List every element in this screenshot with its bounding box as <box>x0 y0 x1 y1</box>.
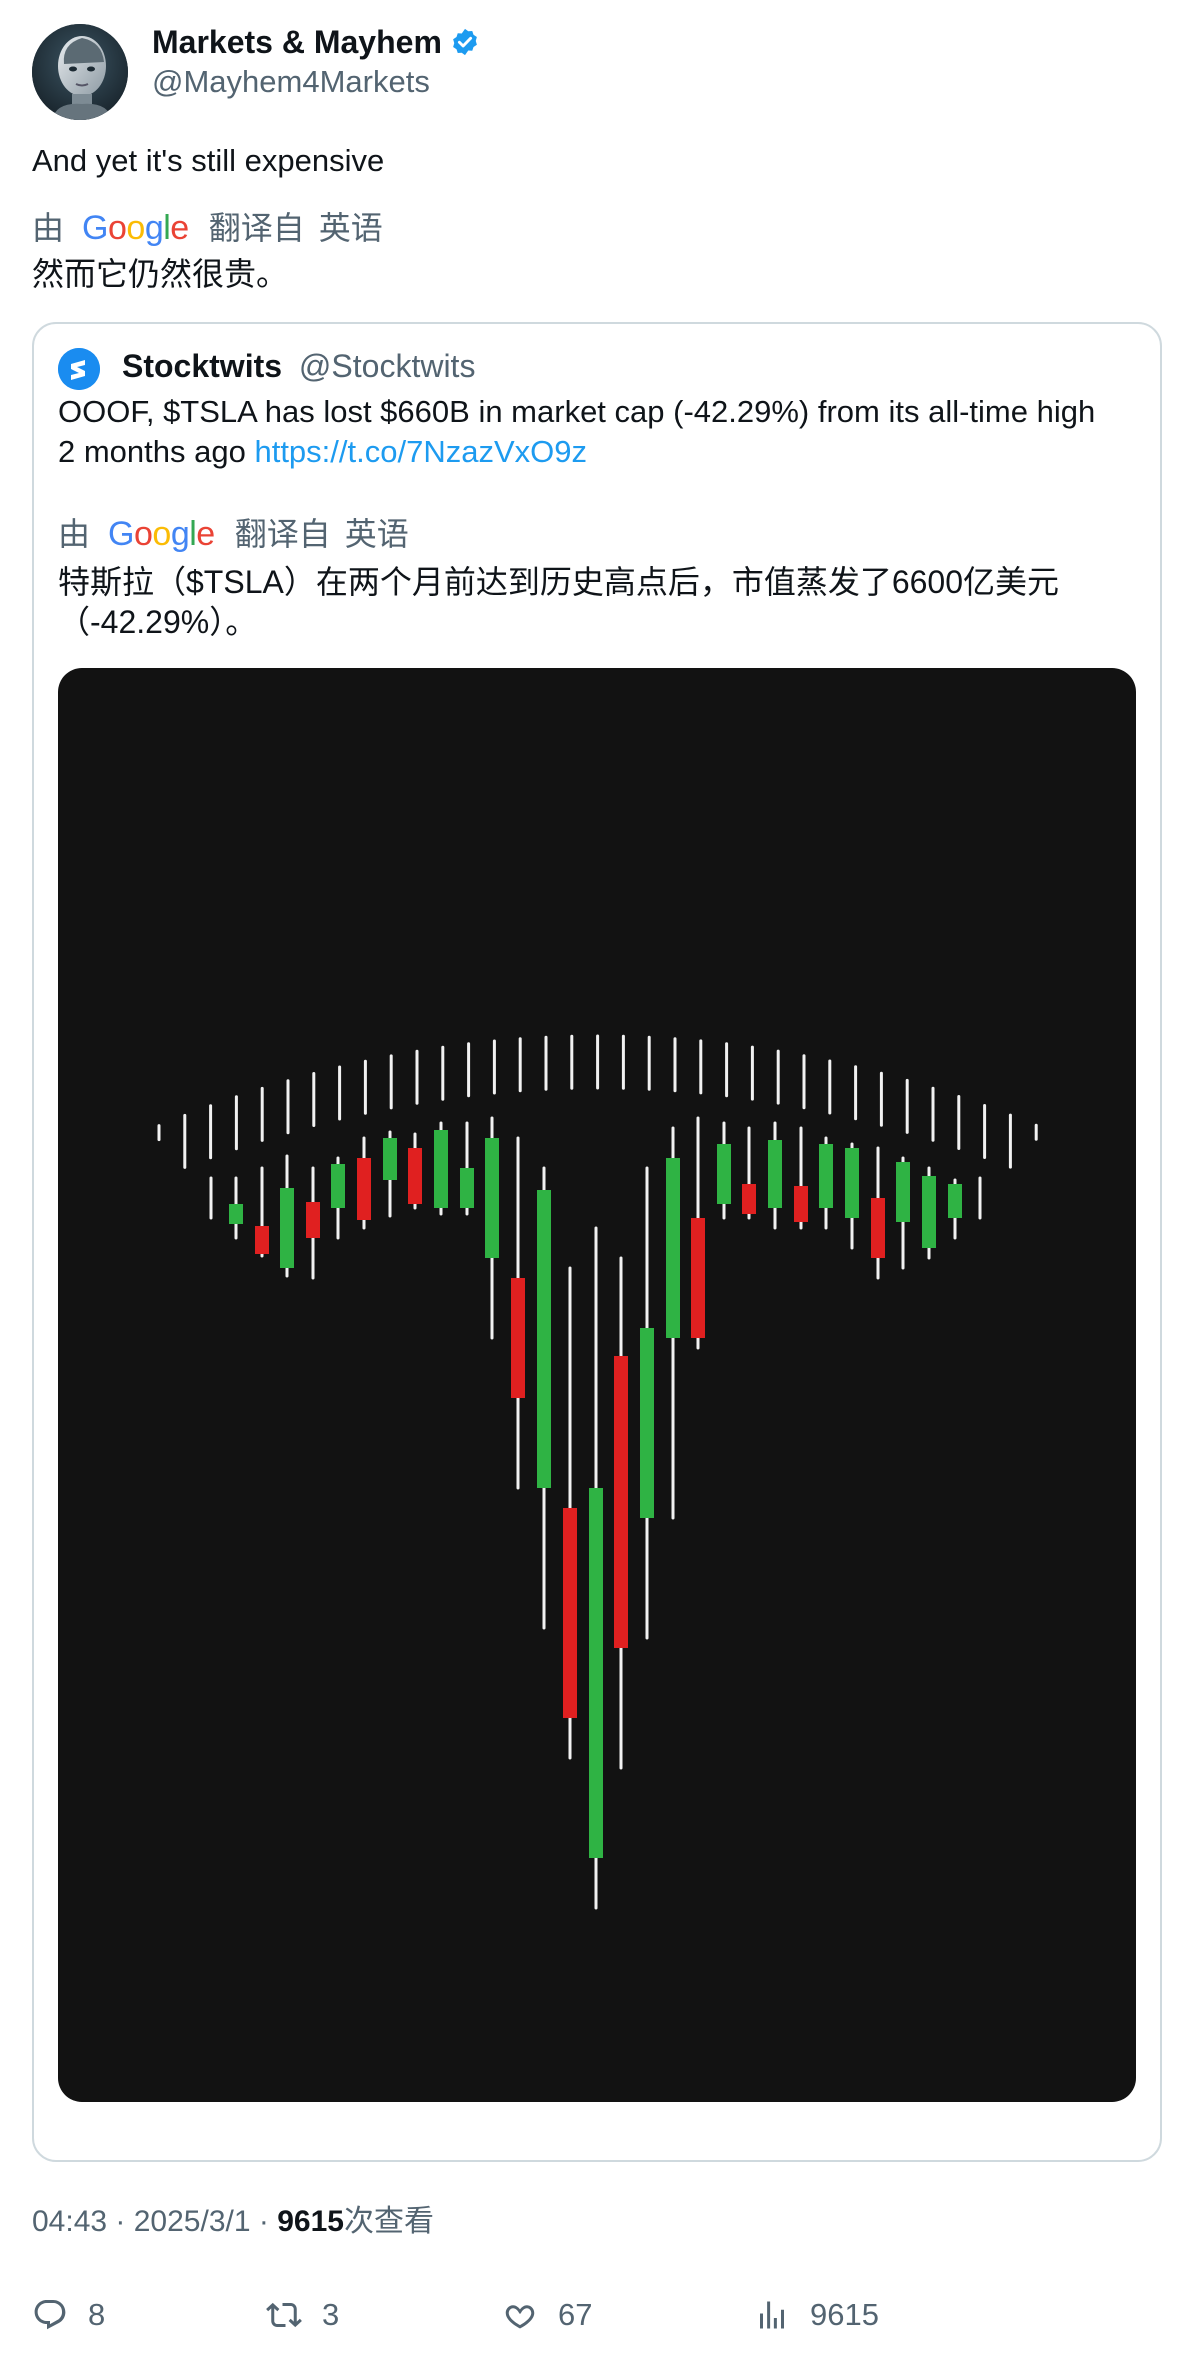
translated-from-label: 翻译自 <box>208 210 305 246</box>
google-logo[interactable]: Google <box>82 206 189 250</box>
source-language: 英语 <box>318 210 383 246</box>
candle-up <box>896 1162 910 1222</box>
candlestick-artwork <box>157 1034 1038 1910</box>
quoted-text-line-1: OOOF, $TSLA has lost $660B in market cap… <box>58 394 1096 429</box>
quoted-tweet-link[interactable]: https://t.co/7NzazVxO9z <box>254 434 587 469</box>
candle-down <box>357 1158 371 1220</box>
quoted-tweet-card[interactable]: Stocktwits @Stocktwits OOOF, $TSLA has l… <box>32 322 1162 2162</box>
heart-icon <box>505 2305 535 2329</box>
quoted-translated-line-2: （-42.29%）。 <box>58 604 258 640</box>
views-action-count: 9615 <box>810 2297 879 2332</box>
candle-down <box>742 1184 756 1214</box>
tweet-time[interactable]: 04:43 <box>32 2205 107 2238</box>
candle-up <box>666 1158 680 1338</box>
views-count: 9615 <box>277 2205 344 2238</box>
tesla-logo-candlestick-image[interactable] <box>58 668 1136 2102</box>
candle-up <box>229 1204 243 1224</box>
author-handle[interactable]: @Mayhem4Markets <box>152 62 430 102</box>
quoted-translation-attribution: 由 Google 翻译自 英语 <box>58 512 409 556</box>
quoted-source-language: 英语 <box>344 516 409 552</box>
quoted-author-row: Stocktwits @Stocktwits <box>122 344 475 388</box>
meta-separator: · <box>107 2205 134 2238</box>
reply-icon <box>34 2300 66 2330</box>
verified-badge-icon <box>450 27 480 57</box>
translated-post-text: 然而它仍然很贵。 <box>32 256 289 292</box>
quoted-text-line-2: 2 months ago https://t.co/7NzazVxO9z <box>58 432 1148 472</box>
candle-down <box>691 1218 705 1338</box>
candle-down <box>255 1226 269 1254</box>
robot-head-avatar-icon <box>32 24 128 120</box>
repost-icon <box>266 2302 302 2328</box>
like-count: 67 <box>558 2297 593 2332</box>
like-button[interactable]: 67 <box>502 2290 592 2340</box>
candle-down <box>511 1278 525 1398</box>
quoted-author-avatar[interactable] <box>58 348 100 390</box>
reply-count: 8 <box>88 2297 106 2332</box>
tweet-meta: 04:43 · 2025/3/1 · 9615次查看 <box>32 2202 434 2242</box>
candle-down <box>563 1508 577 1718</box>
candle-up <box>845 1148 859 1218</box>
candle-up <box>768 1140 782 1208</box>
candle-up <box>717 1144 731 1204</box>
candle-down <box>871 1198 885 1258</box>
quoted-author-name[interactable]: Stocktwits <box>122 348 282 384</box>
candle-up <box>280 1188 294 1268</box>
candle-up <box>434 1130 448 1208</box>
bar-chart-icon <box>760 2301 784 2329</box>
candle-up <box>589 1488 603 1858</box>
post-text: And yet it's still expensive <box>32 143 385 178</box>
candle-down <box>614 1356 628 1648</box>
candle-up <box>383 1138 397 1180</box>
author-name[interactable]: Markets & Mayhem <box>152 22 442 62</box>
quoted-author-handle[interactable]: @Stocktwits <box>299 348 476 384</box>
translated-by-label: 由 <box>32 210 65 246</box>
candle-up <box>460 1168 474 1208</box>
tweet-page: Markets & Mayhem @Mayhem4Markets And yet… <box>0 0 1196 2360</box>
quoted-translated-text: 特斯拉（$TSLA）在两个月前达到历史高点后，市值蒸发了6600亿美元 （-42… <box>58 560 1148 644</box>
reply-button[interactable]: 8 <box>32 2290 105 2340</box>
meta-separator: · <box>250 2205 278 2238</box>
quoted-text-line-2-prefix: 2 months ago <box>58 434 255 469</box>
candle-up <box>948 1184 962 1218</box>
stocktwits-logo-icon <box>58 348 100 390</box>
candle-up <box>922 1176 936 1248</box>
tweet-date[interactable]: 2025/3/1 <box>134 2205 251 2238</box>
author-name-row: Markets & Mayhem <box>152 22 480 62</box>
repost-button[interactable]: 3 <box>266 2290 339 2340</box>
repost-count: 3 <box>322 2297 340 2332</box>
quoted-translated-line-1: 特斯拉（$TSLA）在两个月前达到历史高点后，市值蒸发了6600亿美元 <box>58 564 1060 600</box>
views-label: 次查看 <box>343 2205 434 2238</box>
candle-up <box>640 1328 654 1518</box>
author-avatar[interactable] <box>32 24 128 120</box>
quoted-tweet-text: OOOF, $TSLA has lost $660B in market cap… <box>58 392 1148 472</box>
action-bar: 8 3 67 9615 <box>32 2290 1162 2340</box>
candle-up <box>485 1138 499 1258</box>
quoted-translated-by-label: 由 <box>58 516 91 552</box>
google-logo[interactable]: Google <box>108 512 215 556</box>
candle-up <box>537 1190 551 1488</box>
candle-up <box>819 1144 833 1208</box>
candle-down <box>306 1202 320 1238</box>
views-button[interactable]: 9615 <box>754 2290 879 2340</box>
translation-attribution: 由 Google 翻译自 英语 <box>32 206 383 250</box>
candle-down <box>408 1148 422 1204</box>
candle-down <box>794 1186 808 1222</box>
quoted-translated-from-label: 翻译自 <box>234 516 331 552</box>
candle-up <box>331 1164 345 1208</box>
